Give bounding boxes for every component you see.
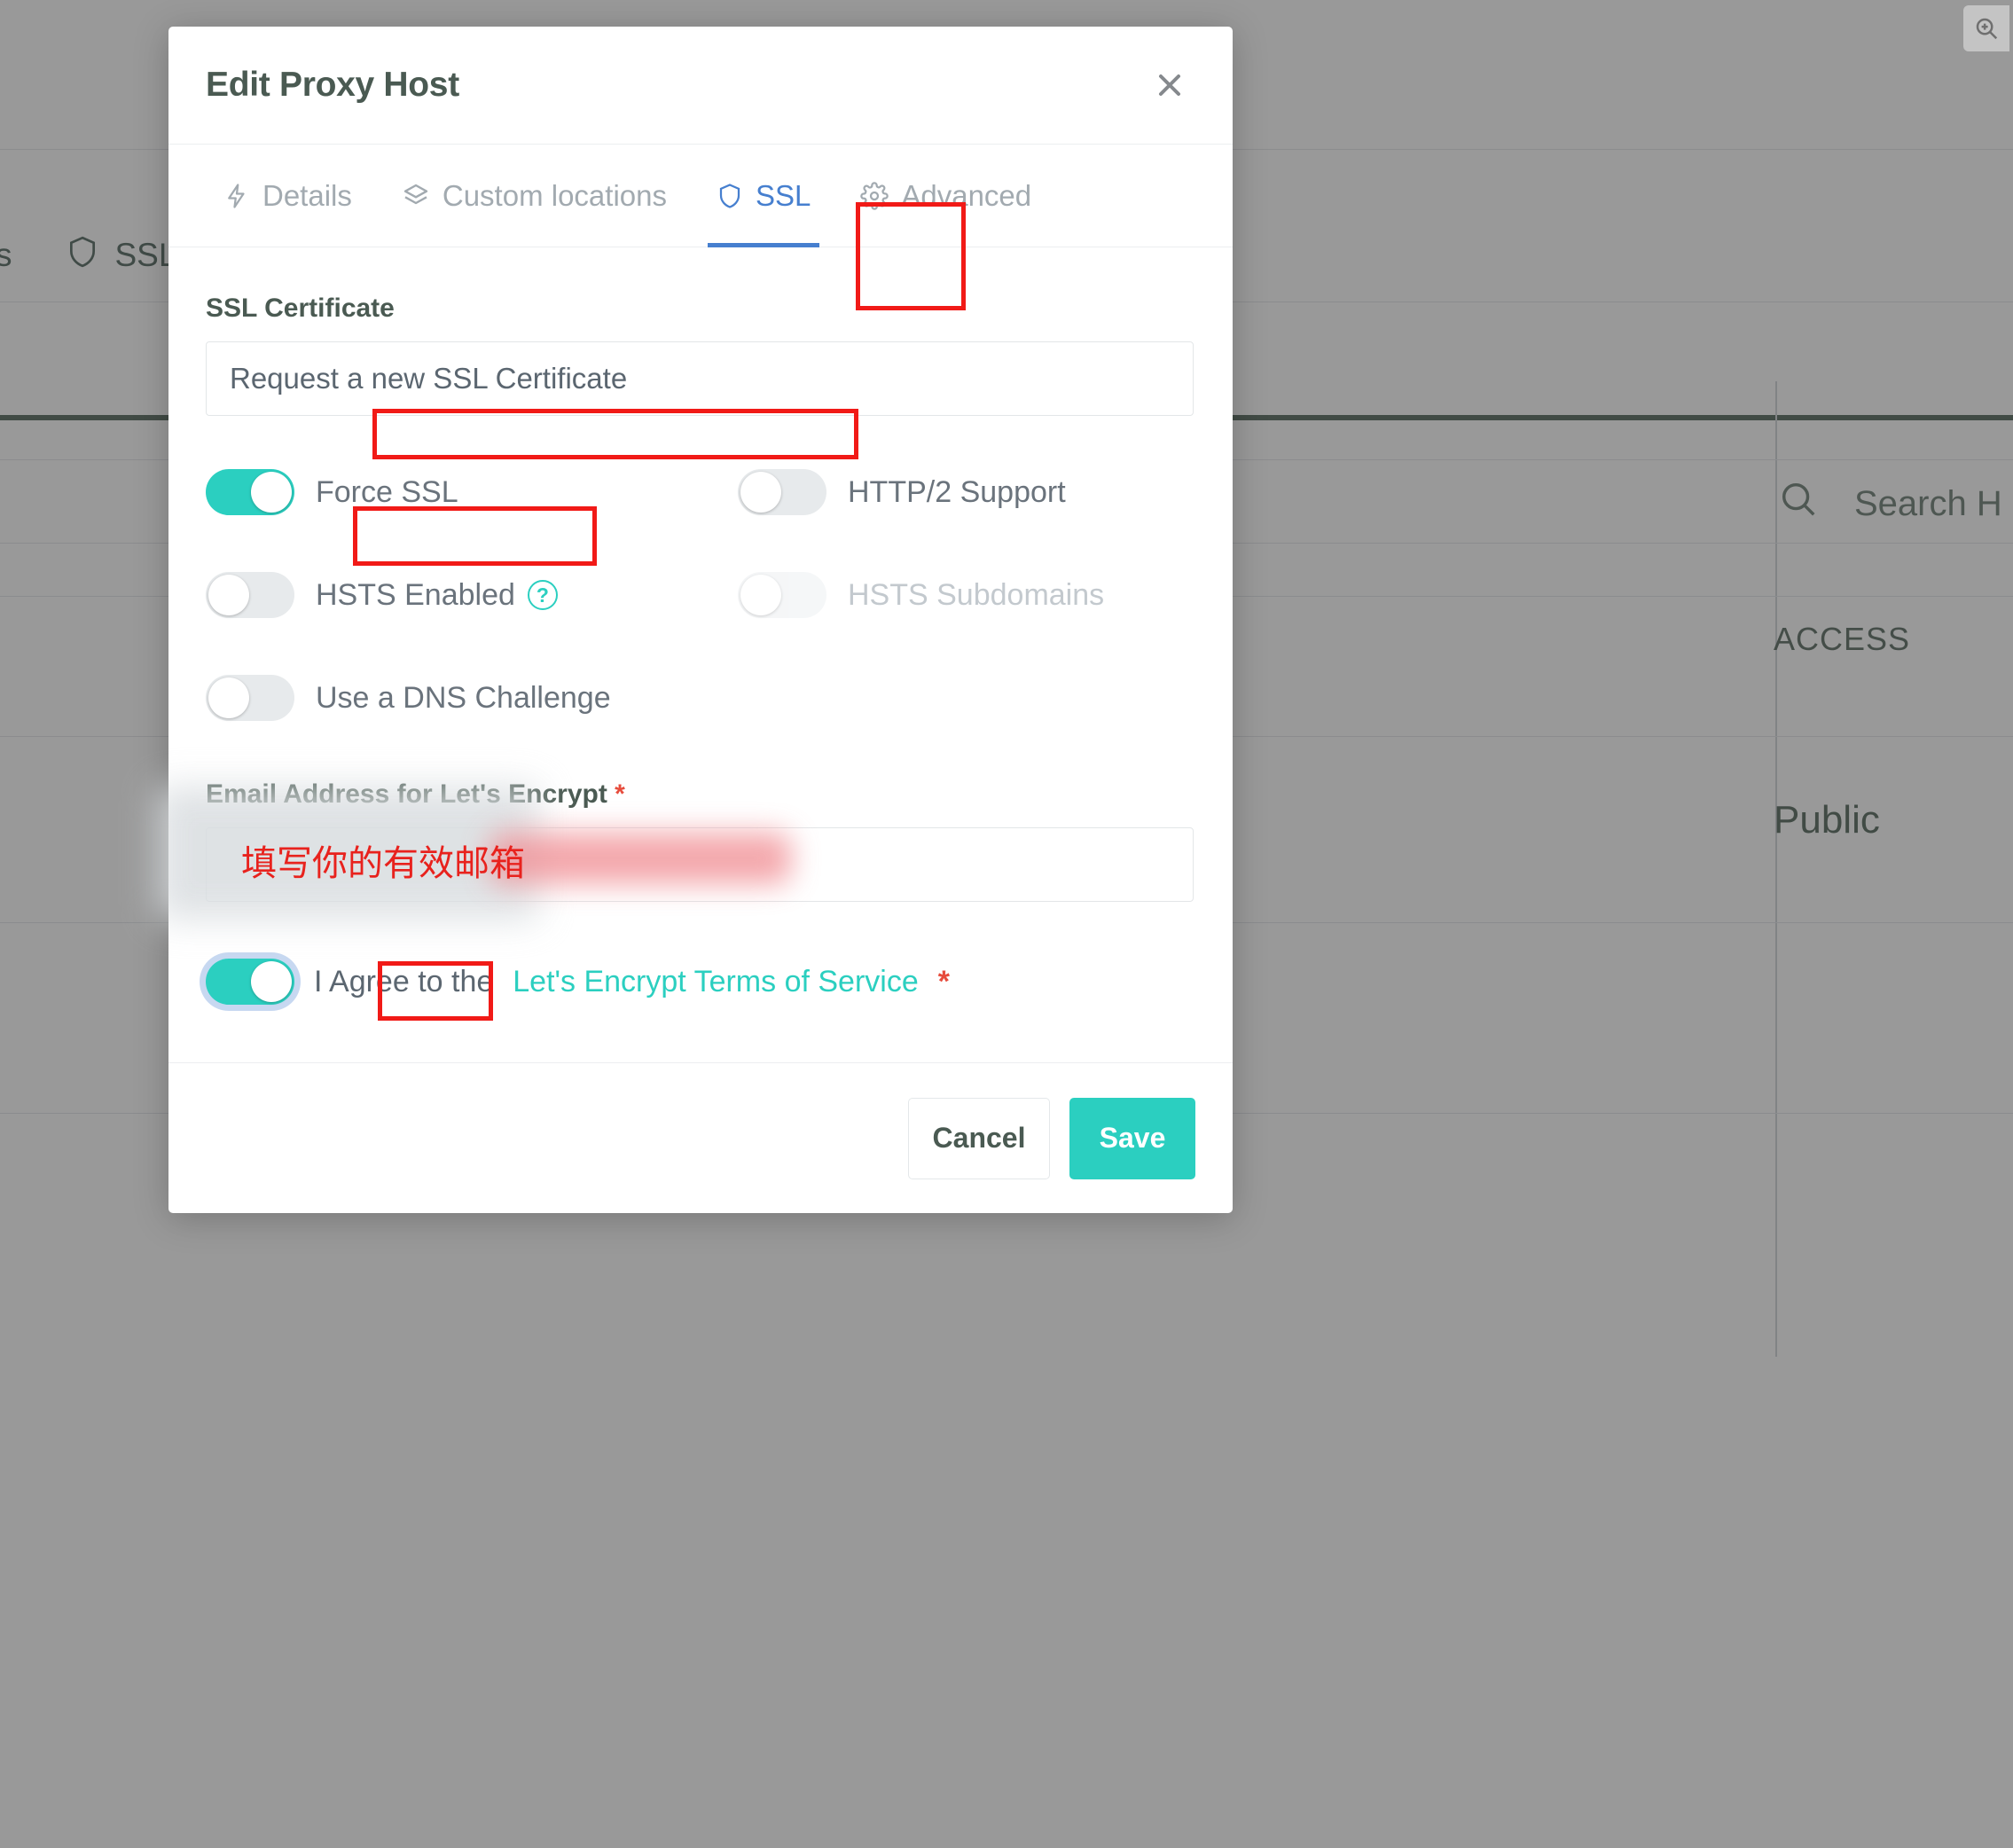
ssl-certificate-selected-value: Request a new SSL Certificate	[230, 362, 628, 395]
toggle-row-http2: HTTP/2 Support	[738, 460, 1270, 524]
agree-prefix-label: I Agree to the	[314, 964, 494, 998]
close-icon[interactable]	[1146, 61, 1194, 109]
hsts-subdomains-toggle	[738, 572, 826, 618]
tab-advanced[interactable]: Advanced	[835, 145, 1056, 247]
toggle-row-hsts-subdomains: HSTS Subdomains	[738, 563, 1270, 627]
page-root: ists SSL Search H	[0, 0, 2013, 1848]
redacted-email-value	[490, 833, 791, 884]
tab-ssl-label: SSL	[755, 178, 811, 212]
agree-required-mark: *	[937, 964, 950, 998]
dialog-header: Edit Proxy Host	[168, 27, 1233, 145]
agree-terms-row: I Agree to the Let's Encrypt Terms of Se…	[206, 959, 1195, 1005]
force-ssl-toggle[interactable]	[206, 469, 294, 515]
layers-icon	[402, 181, 430, 211]
shield-icon	[717, 181, 743, 211]
help-question-icon[interactable]: ?	[527, 580, 558, 610]
agree-terms-toggle[interactable]	[206, 959, 294, 1005]
http2-support-toggle[interactable]	[738, 469, 826, 515]
dialog-footer: Cancel Save	[168, 1062, 1233, 1213]
http2-support-label: HTTP/2 Support	[848, 474, 1066, 509]
tab-details-label: Details	[262, 178, 352, 212]
toggle-knob	[208, 575, 249, 615]
hsts-enabled-toggle[interactable]	[206, 572, 294, 618]
gear-icon	[860, 181, 889, 211]
toggle-knob	[251, 472, 292, 513]
force-ssl-label: Force SSL	[316, 474, 458, 509]
chinese-annotation-note: 填写你的有效邮箱	[241, 843, 525, 884]
toggle-row-force-ssl: Force SSL	[206, 460, 738, 524]
dialog-body: SSL Certificate Request a new SSL Certif…	[157, 247, 1233, 1062]
tab-ssl[interactable]: SSL	[692, 145, 835, 247]
tab-advanced-label: Advanced	[901, 178, 1032, 212]
hsts-enabled-label-wrap: HSTS Enabled ?	[316, 578, 558, 613]
tab-details[interactable]: Details	[199, 145, 377, 247]
ssl-certificate-select[interactable]: Request a new SSL Certificate	[206, 341, 1194, 416]
tab-custom-locations[interactable]: Custom locations	[377, 145, 692, 247]
page-title: Edit Proxy Host	[206, 66, 459, 104]
toggle-knob	[740, 575, 781, 615]
tab-custom-locations-label: Custom locations	[442, 178, 667, 212]
ssl-certificate-label: SSL Certificate	[206, 294, 395, 323]
dialog-tabs: Details Custom locations SSL Advanced	[168, 145, 1233, 247]
toggle-knob	[208, 677, 249, 718]
toggle-row-dns-challenge: Use a DNS Challenge	[206, 666, 738, 730]
email-required-mark: *	[615, 779, 625, 809]
dns-challenge-label: Use a DNS Challenge	[316, 680, 611, 715]
lightning-bolt-icon	[223, 181, 250, 211]
toggle-row-hsts-enabled: HSTS Enabled ?	[206, 563, 738, 627]
edit-proxy-host-dialog: Edit Proxy Host Details Custom locations…	[157, 27, 1233, 1213]
cancel-button[interactable]: Cancel	[908, 1097, 1050, 1179]
hsts-enabled-label: HSTS Enabled	[316, 577, 515, 612]
toggle-knob	[740, 472, 781, 513]
toggle-knob	[251, 961, 292, 1002]
hsts-subdomains-label: HSTS Subdomains	[848, 577, 1105, 612]
ssl-options-grid: Force SSL HTTP/2 Support HSTS Enabled ? …	[206, 460, 1195, 730]
dns-challenge-toggle[interactable]	[206, 675, 294, 721]
lets-encrypt-tos-link[interactable]: Let's Encrypt Terms of Service	[513, 965, 918, 999]
zoom-in-icon[interactable]	[1963, 5, 2009, 51]
email-section: Email Address for Let's Encrypt * 填写你的有效…	[157, 779, 1195, 920]
save-button[interactable]: Save	[1069, 1097, 1195, 1179]
email-field-wrapper: 填写你的有效邮箱	[157, 787, 1194, 920]
